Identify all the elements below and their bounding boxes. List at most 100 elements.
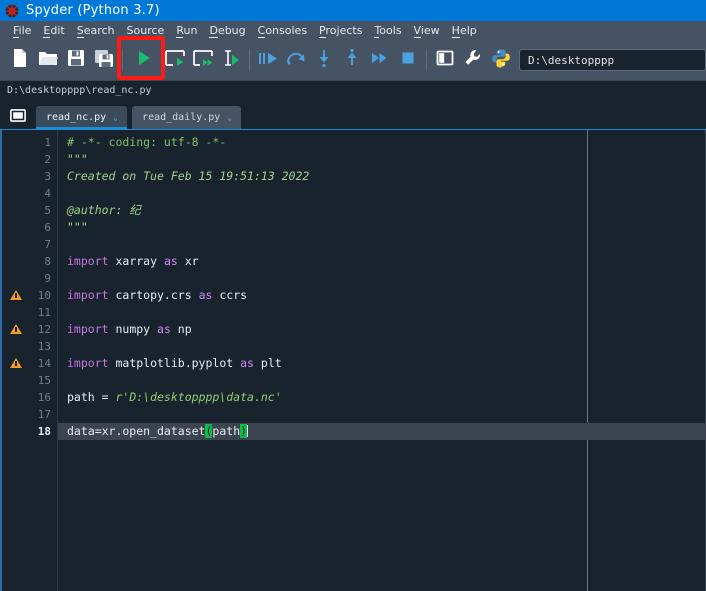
save-all-button[interactable] — [90, 45, 118, 75]
run-cell-advance-button[interactable] — [189, 45, 217, 75]
menu-consoles[interactable]: Consoles — [252, 21, 313, 40]
menu-tools[interactable]: Tools — [368, 21, 407, 40]
continue-execution-button[interactable] — [366, 45, 394, 75]
code-line-1[interactable]: # -*- coding: utf-8 -*- — [58, 134, 706, 151]
code-line-9[interactable] — [58, 270, 706, 287]
code-text-area[interactable]: # -*- coding: utf-8 -*- """ Created on Tue… — [58, 130, 706, 591]
code-token: data=xr.open_dataset — [67, 424, 206, 438]
code-token: ccrs — [212, 288, 248, 302]
code-line-13[interactable] — [58, 338, 706, 355]
save-file-button[interactable] — [62, 45, 90, 75]
editor-tab-bar: read_nc.py ⌄ read_daily.py ⌄ — [0, 100, 706, 129]
code-line-14[interactable]: import matplotlib.pyplot as plt — [58, 355, 706, 372]
code-token: @author: 纪 — [67, 203, 141, 217]
run-selection-button[interactable] — [217, 45, 245, 75]
working-directory-value: D:\desktopppp — [528, 53, 615, 67]
line-number-1: 1 — [6, 134, 57, 151]
maximize-pane-button[interactable] — [431, 45, 459, 75]
line-number-gutter[interactable]: 1 2 3 4 5 6 7 8 9 10 11 12 13 14 15 16 17 18 — [6, 130, 58, 591]
breadcrumb: D:\desktopppp\read_nc.py — [0, 81, 706, 100]
line-number-label: 14 — [37, 357, 51, 370]
preferences-button[interactable] — [459, 45, 487, 75]
toolbar-separator-1 — [122, 49, 123, 71]
menu-projects-rest: rojects — [325, 24, 363, 37]
menu-file[interactable]: File — [7, 21, 37, 40]
spyder-logo-icon — [4, 3, 20, 19]
tab-read-daily-py[interactable]: read_daily.py ⌄ — [132, 106, 242, 129]
code-token: """ — [67, 152, 88, 166]
working-directory-field[interactable]: D:\desktopppp — [519, 49, 706, 71]
code-token: # -*- coding: utf-8 -*- — [67, 135, 227, 149]
save-all-icon — [94, 49, 114, 72]
code-line-11[interactable] — [58, 304, 706, 321]
code-token: numpy — [108, 322, 158, 336]
run-file-button[interactable] — [127, 45, 161, 75]
line-number-label: 3 — [44, 170, 51, 183]
code-line-18[interactable]: data=xr.open_dataset(path) — [58, 423, 706, 440]
menu-view[interactable]: View — [408, 21, 446, 40]
code-line-4[interactable] — [58, 185, 706, 202]
code-line-15[interactable] — [58, 372, 706, 389]
code-line-6[interactable]: """ — [58, 219, 706, 236]
chevron-down-icon[interactable]: ⌄ — [113, 113, 118, 122]
warning-triangle-icon[interactable] — [10, 324, 22, 334]
text-cursor — [247, 425, 249, 437]
code-token: np — [170, 322, 192, 336]
line-number-label: 5 — [44, 204, 51, 217]
menu-source[interactable]: Source — [121, 21, 171, 40]
code-token: as — [198, 288, 213, 302]
code-editor[interactable]: 1 2 3 4 5 6 7 8 9 10 11 12 13 14 15 16 17 18 # -*- coding… — [0, 129, 706, 591]
line-number-label: 16 — [37, 391, 51, 404]
line-number-16: 16 — [6, 389, 57, 406]
run-cell-button[interactable] — [161, 45, 189, 75]
menu-help-mnemonic: H — [451, 24, 460, 38]
stop-debug-button[interactable] — [394, 45, 422, 75]
code-line-5[interactable]: @author: 纪 — [58, 202, 706, 219]
chevron-down-icon[interactable]: ⌄ — [227, 113, 232, 122]
code-line-16[interactable]: path = r'D:\desktopppp\data.nc' — [58, 389, 706, 406]
step-into-button[interactable] — [310, 45, 338, 75]
warning-triangle-icon[interactable] — [10, 290, 22, 300]
step-return-button[interactable] — [338, 45, 366, 75]
line-number-label: 10 — [37, 289, 51, 302]
warning-triangle-icon[interactable] — [10, 358, 22, 368]
continue-icon — [370, 49, 390, 71]
menu-debug[interactable]: Debug — [203, 21, 251, 40]
tab-read-nc-py[interactable]: read_nc.py ⌄ — [36, 106, 128, 129]
run-cell-icon — [164, 49, 186, 71]
line-number-label: 9 — [44, 272, 51, 285]
open-file-button[interactable] — [34, 45, 62, 75]
code-line-12[interactable]: import numpy as np — [58, 321, 706, 338]
code-line-7[interactable] — [58, 236, 706, 253]
menu-run-rest: un — [183, 24, 198, 37]
menu-run[interactable]: Run — [170, 21, 203, 40]
menu-edit[interactable]: Edit — [37, 21, 70, 40]
spyder-window: Spyder (Python 3.7) File Edit Search Sou… — [0, 0, 706, 591]
line-number-12: 12 — [6, 321, 57, 338]
line-number-5: 5 — [6, 202, 57, 219]
menu-projects[interactable]: Projects — [313, 21, 368, 40]
line-number-6: 6 — [6, 219, 57, 236]
editor-pane-icon[interactable] — [8, 105, 28, 125]
code-token: as — [240, 356, 254, 370]
code-line-2[interactable]: """ — [58, 151, 706, 168]
debug-file-button[interactable] — [254, 45, 282, 75]
code-line-8[interactable]: import xarray as xr — [58, 253, 706, 270]
run-file-icon — [135, 49, 153, 71]
code-line-17[interactable] — [58, 406, 706, 423]
code-line-3[interactable]: Created on Tue Feb 15 19:51:13 2022 — [58, 168, 706, 185]
code-token: path — [212, 424, 241, 438]
new-file-button[interactable] — [6, 45, 34, 75]
code-token: matplotlib.pyplot — [108, 356, 241, 370]
menu-view-mnemonic: V — [413, 24, 421, 38]
menu-debug-rest: ebug — [217, 24, 246, 37]
code-line-10[interactable]: import cartopy.crs as ccrs — [58, 287, 706, 304]
step-over-button[interactable] — [282, 45, 310, 75]
pythonpath-manager-button[interactable] — [487, 45, 515, 75]
window-title: Spyder (Python 3.7) — [26, 3, 160, 18]
menu-help[interactable]: Help — [446, 21, 483, 40]
code-token: """ — [67, 220, 88, 234]
line-number-13: 13 — [6, 338, 57, 355]
menu-consoles-rest: onsoles — [265, 24, 308, 37]
menu-search[interactable]: Search — [71, 21, 121, 40]
